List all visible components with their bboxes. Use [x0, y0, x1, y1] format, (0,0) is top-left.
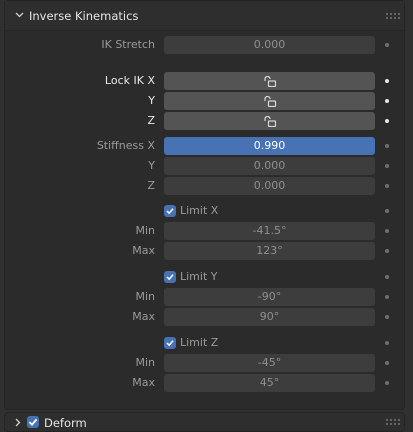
chevron-down-icon[interactable]: [15, 12, 24, 18]
limit-x-max-label: Max: [132, 244, 155, 257]
deform-title: Deform: [44, 416, 87, 430]
lock-ik-x-label: Lock IK X: [104, 74, 155, 87]
lock-ik-y-toggle[interactable]: [164, 92, 375, 110]
keyframe-dot-icon[interactable]: [385, 164, 389, 168]
drag-handle-icon[interactable]: [386, 13, 400, 19]
lock-ik-x-toggle[interactable]: [164, 72, 375, 90]
limit-y-max-field[interactable]: 90°: [164, 308, 375, 326]
lock-ik-z-toggle[interactable]: [164, 112, 375, 130]
ik-stretch-field[interactable]: 0.000: [164, 36, 375, 54]
limit-z-checkbox[interactable]: [164, 337, 176, 349]
keyframe-dot-icon[interactable]: [385, 144, 389, 148]
limit-z-min-field[interactable]: -45°: [164, 354, 375, 372]
limit-x-checkbox[interactable]: [164, 205, 176, 217]
stiffness-y-label: Y: [148, 159, 155, 172]
panel-header[interactable]: Inverse Kinematics: [5, 1, 404, 31]
limit-x-max-field[interactable]: 123°: [164, 242, 375, 260]
ik-stretch-label: IK Stretch: [101, 38, 155, 51]
limit-y-checkbox[interactable]: [164, 271, 176, 283]
stiffness-y-field[interactable]: 0.000: [164, 157, 375, 175]
limit-z-min-label: Min: [135, 356, 155, 369]
limit-z-max-label: Max: [132, 376, 155, 389]
keyframe-dot-icon[interactable]: [385, 361, 389, 365]
checkmark-icon: [166, 340, 174, 347]
deform-checkbox[interactable]: [27, 416, 39, 428]
limit-y-min-label: Min: [135, 290, 155, 303]
keyframe-dot-icon[interactable]: [385, 99, 389, 103]
stiffness-z-label: Z: [147, 179, 155, 192]
keyframe-dot-icon[interactable]: [385, 43, 389, 47]
checkmark-icon: [166, 274, 174, 281]
deform-panel-header[interactable]: Deform: [4, 412, 405, 432]
limit-y-min-field[interactable]: -90°: [164, 288, 375, 306]
keyframe-dot-icon[interactable]: [385, 209, 389, 213]
stiffness-x-label: Stiffness X: [96, 139, 155, 152]
stiffness-x-field[interactable]: 0.990: [164, 137, 375, 155]
keyframe-dot-icon[interactable]: [385, 341, 389, 345]
lock-ik-y-label: Y: [148, 94, 155, 107]
keyframe-dot-icon[interactable]: [385, 295, 389, 299]
limit-z-label: Limit Z: [180, 336, 219, 349]
keyframe-dot-icon[interactable]: [385, 79, 389, 83]
limit-x-min-label: Min: [135, 224, 155, 237]
unlock-icon: [264, 96, 277, 107]
checkmark-icon: [28, 418, 38, 426]
drag-handle-icon[interactable]: [386, 419, 400, 425]
keyframe-dot-icon[interactable]: [385, 119, 389, 123]
keyframe-dot-icon[interactable]: [385, 381, 389, 385]
limit-x-label: Limit X: [180, 204, 219, 217]
keyframe-dot-icon[interactable]: [385, 249, 389, 253]
keyframe-dot-icon[interactable]: [385, 184, 389, 188]
keyframe-dot-icon[interactable]: [385, 229, 389, 233]
checkmark-icon: [166, 208, 174, 215]
limit-z-max-field[interactable]: 45°: [164, 374, 375, 392]
keyframe-dot-icon[interactable]: [385, 315, 389, 319]
keyframe-dot-icon[interactable]: [385, 275, 389, 279]
stiffness-z-field[interactable]: 0.000: [164, 177, 375, 195]
panel-title: Inverse Kinematics: [29, 9, 139, 23]
unlock-icon: [264, 76, 277, 87]
limit-y-label: Limit Y: [180, 270, 218, 283]
chevron-right-icon[interactable]: [15, 418, 21, 427]
limit-x-min-field[interactable]: -41.5°: [164, 222, 375, 240]
unlock-icon: [264, 116, 277, 127]
limit-y-max-label: Max: [132, 310, 155, 323]
lock-ik-z-label: Z: [147, 114, 155, 127]
